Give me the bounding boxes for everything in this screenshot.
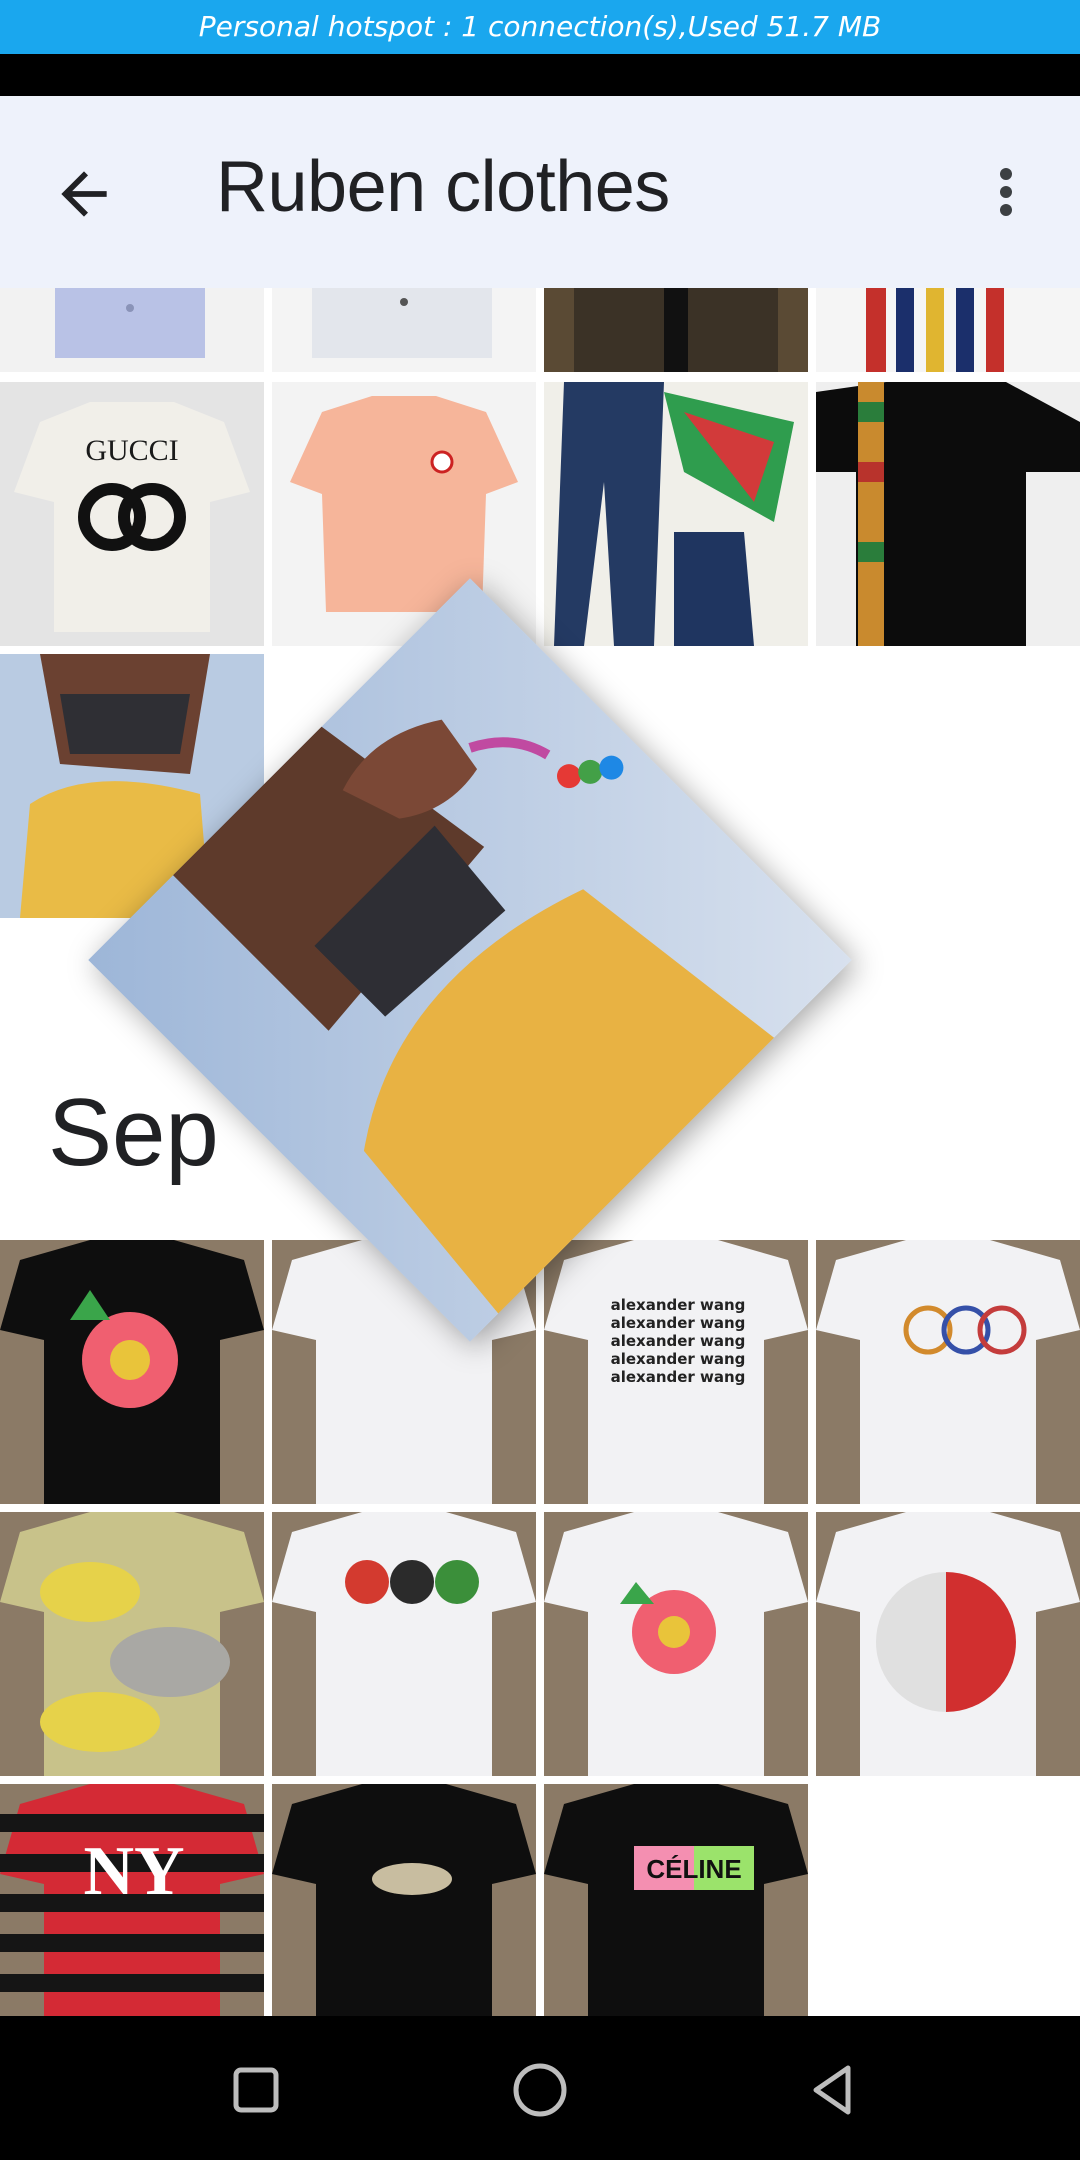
celine-text: CÉLINE (646, 1854, 741, 1884)
alexander-wang-text: alexander wang (611, 1350, 746, 1368)
ny-logo-text: NY (83, 1833, 184, 1910)
hotspot-status-text: Personal hotspot : 1 connection(s),Used … (0, 0, 1080, 54)
photo-thumbnail[interactable] (0, 1240, 264, 1504)
home-circle-icon (513, 2063, 567, 2117)
gucci-text: GUCCI (85, 434, 178, 467)
photo-thumbnail[interactable] (544, 382, 808, 646)
photo-thumbnail[interactable] (544, 288, 808, 372)
alexander-wang-text: alexander wang (611, 1368, 746, 1386)
photo-thumbnail[interactable] (816, 1240, 1080, 1504)
back-button[interactable] (50, 160, 118, 228)
recents-square-icon (233, 2067, 279, 2113)
photo-thumbnail[interactable]: NY (0, 1784, 264, 2016)
alexander-wang-text: alexander wang (611, 1314, 746, 1332)
recents-button[interactable] (224, 2058, 288, 2122)
photo-thumbnail[interactable] (272, 1512, 536, 1776)
photo-thumbnail[interactable] (816, 382, 1080, 646)
status-bar (0, 54, 1080, 96)
photo-thumbnail[interactable] (0, 1512, 264, 1776)
photo-thumbnail[interactable] (272, 1784, 536, 2016)
photo-thumbnail[interactable] (272, 288, 536, 372)
more-vert-icon (1000, 168, 1012, 180)
photo-thumbnail[interactable] (0, 288, 264, 372)
arrow-back-icon (61, 171, 107, 217)
alexander-wang-text: alexander wang (611, 1332, 746, 1350)
photo-thumbnail[interactable] (816, 1512, 1080, 1776)
photo-thumbnail[interactable]: CÉLINE (544, 1784, 808, 2016)
page-title: Ruben clothes (216, 147, 670, 227)
more-options-button[interactable] (990, 162, 1022, 226)
home-button[interactable] (508, 2058, 572, 2122)
system-nav-bar (0, 2016, 1080, 2160)
photo-thumbnail[interactable] (544, 1512, 808, 1776)
photo-thumbnail[interactable] (816, 288, 1080, 372)
photo-thumbnail[interactable]: GUCCI (0, 382, 264, 646)
section-heading: Sep (48, 1079, 219, 1186)
nav-back-button[interactable] (800, 2058, 864, 2122)
photo-thumbnail[interactable]: alexander wang alexander wang alexander … (544, 1240, 808, 1504)
alexander-wang-text: alexander wang (611, 1296, 746, 1314)
app-bar: Ruben clothes (0, 96, 1080, 288)
back-triangle-icon (813, 2065, 851, 2115)
